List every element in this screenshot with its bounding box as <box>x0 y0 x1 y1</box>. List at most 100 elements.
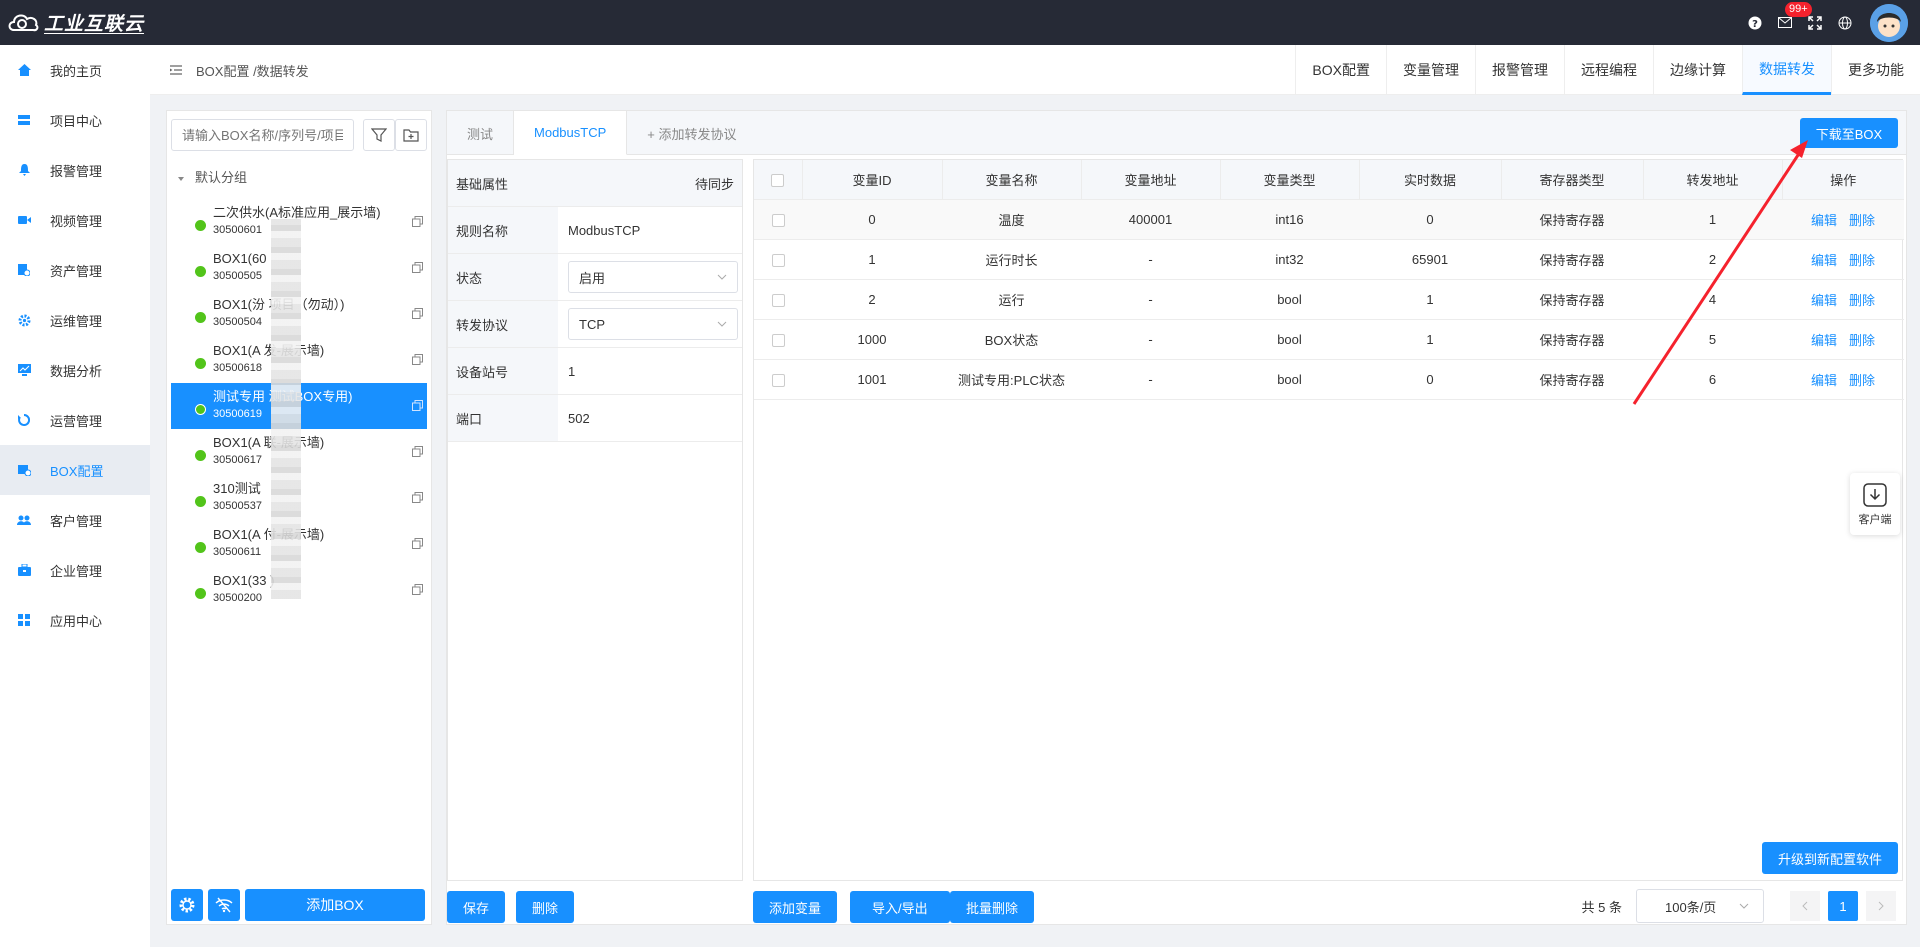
device-sn: 30500601 <box>213 224 262 236</box>
filter-button[interactable] <box>363 119 395 151</box>
project-icon <box>16 112 32 128</box>
sidebar-item-label: BOX配置 <box>50 463 104 479</box>
sidebar-item-label: 数据分析 <box>50 363 103 379</box>
upgrade-config-button[interactable]: 升级到新配置软件 <box>1762 842 1898 874</box>
cell: int16 <box>1220 199 1359 240</box>
delete-button[interactable]: 删除 <box>516 891 574 923</box>
sidebar-item-operation[interactable]: 运营管理 <box>0 395 150 445</box>
row-checkbox[interactable] <box>754 359 802 400</box>
copy-icon[interactable] <box>412 307 423 322</box>
sidebar-item-ops[interactable]: 运维管理 <box>0 295 150 345</box>
device-name: BOX1(60 <box>213 251 267 266</box>
copy-icon[interactable] <box>412 353 423 368</box>
globe-icon[interactable] <box>1830 0 1860 45</box>
sidebar-item-apps[interactable]: 应用中心 <box>0 595 150 645</box>
sidebar-item-label: 资产管理 <box>50 263 103 279</box>
protocol-select[interactable]: TCP <box>568 308 738 340</box>
delete-link[interactable]: 删除 <box>1849 253 1875 268</box>
select-all-checkbox[interactable] <box>754 160 803 200</box>
row-checkbox[interactable] <box>754 319 802 360</box>
add-box-button[interactable]: 添加BOX <box>245 889 425 921</box>
protocol-tab-test[interactable]: 测试 <box>447 111 515 155</box>
tab-box-config[interactable]: BOX配置 <box>1295 45 1386 95</box>
wifi-off-button[interactable] <box>208 889 240 921</box>
protocol-tab-modbustcp[interactable]: ModbusTCP <box>514 111 628 155</box>
fullscreen-icon[interactable] <box>1800 0 1830 45</box>
row-checkbox[interactable] <box>754 199 802 240</box>
mail-icon[interactable]: 99+ <box>1770 0 1812 45</box>
settings-button[interactable] <box>171 889 203 921</box>
edit-link[interactable]: 编辑 <box>1811 333 1837 348</box>
copy-icon[interactable] <box>412 491 423 506</box>
page-header: BOX配置 /数据转发 BOX配置 变量管理 报警管理 远程编程 边缘计算 数据… <box>150 45 1920 95</box>
cell: - <box>1081 239 1220 280</box>
cell: 2 <box>1643 239 1782 280</box>
menu-toggle-icon[interactable] <box>170 63 182 78</box>
sidebar-item-home[interactable]: 我的主页 <box>0 45 150 95</box>
sidebar-item-alarm[interactable]: 报警管理 <box>0 145 150 195</box>
sidebar-item-label: 视频管理 <box>50 213 103 229</box>
tab-data-forward[interactable]: 数据转发 <box>1742 45 1831 95</box>
copy-icon[interactable] <box>412 215 423 230</box>
row-checkbox[interactable] <box>754 279 802 320</box>
sidebar-item-project[interactable]: 项目中心 <box>0 95 150 145</box>
tab-variable[interactable]: 变量管理 <box>1386 45 1475 95</box>
sidebar-item-customer[interactable]: 客户管理 <box>0 495 150 545</box>
table-row: 2 运行 - bool 1 保持寄存器 4 编辑 删除 <box>754 279 1904 320</box>
help-icon[interactable]: ? <box>1740 0 1770 45</box>
add-variable-button[interactable]: 添加变量 <box>753 891 838 923</box>
edit-link[interactable]: 编辑 <box>1811 213 1837 228</box>
add-protocol-tab[interactable]: + 添加转发协议 <box>627 111 756 155</box>
edit-link[interactable]: 编辑 <box>1811 373 1837 388</box>
tab-remote-program[interactable]: 远程编程 <box>1564 45 1653 95</box>
rule-name-value[interactable]: ModbusTCP <box>558 207 742 253</box>
copy-icon[interactable] <box>412 537 423 552</box>
add-folder-button[interactable] <box>395 119 427 151</box>
copy-icon[interactable] <box>412 261 423 276</box>
sidebar-item-box-config[interactable]: BOX配置 <box>0 445 150 495</box>
save-button[interactable]: 保存 <box>447 891 505 923</box>
delete-link[interactable]: 删除 <box>1849 333 1875 348</box>
prop-label: 规则名称 <box>448 207 558 253</box>
copy-icon[interactable] <box>412 399 423 414</box>
device-sn: 30500619 <box>213 408 262 420</box>
tab-edge-compute[interactable]: 边缘计算 <box>1653 45 1742 95</box>
edit-link[interactable]: 编辑 <box>1811 293 1837 308</box>
table-row: 1001 测试专用:PLC状态 - bool 0 保持寄存器 6 编辑 删除 <box>754 359 1904 400</box>
cell: 运行 <box>942 279 1081 320</box>
next-page-button[interactable] <box>1866 891 1896 921</box>
edit-link[interactable]: 编辑 <box>1811 253 1837 268</box>
port-value[interactable]: 502 <box>558 395 742 441</box>
batch-delete-button[interactable]: 批量删除 <box>950 891 1035 923</box>
top-bar: 工业互联云 ? 99+ <box>0 0 1920 45</box>
prev-page-button[interactable] <box>1790 891 1820 921</box>
download-to-box-button[interactable]: 下载至BOX <box>1800 118 1898 148</box>
box-search-input[interactable] <box>171 119 354 151</box>
bell-icon <box>16 162 32 178</box>
delete-link[interactable]: 删除 <box>1849 213 1875 228</box>
client-download-float[interactable]: 客户端 <box>1850 473 1900 535</box>
station-no-value[interactable]: 1 <box>558 348 742 394</box>
import-export-button[interactable]: 导入/导出 <box>850 891 950 923</box>
prop-label: 状态 <box>448 254 558 300</box>
page-number[interactable]: 1 <box>1828 891 1858 921</box>
delete-link[interactable]: 删除 <box>1849 293 1875 308</box>
avatar[interactable] <box>1870 3 1908 42</box>
delete-link[interactable]: 删除 <box>1849 373 1875 388</box>
logo[interactable]: 工业互联云 <box>6 8 144 36</box>
copy-icon[interactable] <box>412 445 423 460</box>
tab-alarm[interactable]: 报警管理 <box>1475 45 1564 95</box>
col-header: 操作 <box>1782 160 1904 200</box>
copy-icon[interactable] <box>412 583 423 598</box>
tab-more[interactable]: 更多功能 <box>1831 45 1920 95</box>
gear-icon <box>16 312 32 328</box>
status-select[interactable]: 启用 <box>568 261 738 293</box>
sidebar-item-analysis[interactable]: 数据分析 <box>0 345 150 395</box>
row-checkbox[interactable] <box>754 239 802 280</box>
sidebar-item-asset[interactable]: 资产管理 <box>0 245 150 295</box>
sidebar-item-enterprise[interactable]: 企业管理 <box>0 545 150 595</box>
sidebar-item-video[interactable]: 视频管理 <box>0 195 150 245</box>
table-row: 0 温度 400001 int16 0 保持寄存器 1 编辑 删除 <box>754 199 1904 240</box>
group-default[interactable]: 默认分组 <box>177 167 247 186</box>
page-size-select[interactable]: 100条/页 <box>1636 889 1764 923</box>
